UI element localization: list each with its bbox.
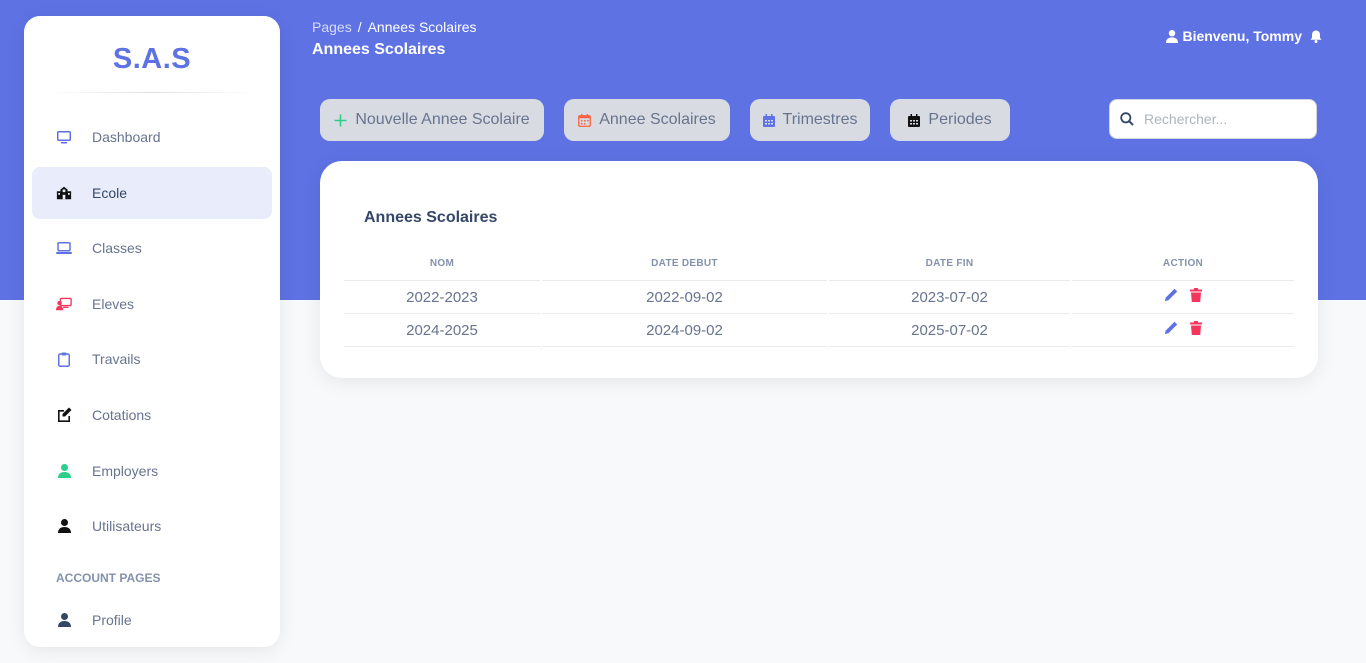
calendar-icon [908, 113, 921, 127]
sidebar-item-label: Employers [92, 462, 159, 479]
column-header-date-fin: DATE FIN [829, 247, 1070, 281]
years-table: NOM DATE DEBUT DATE FIN ACTION 2022-2023… [342, 247, 1296, 347]
trash-icon[interactable] [1190, 288, 1202, 302]
column-header-action: ACTION [1072, 247, 1294, 281]
sidebar-item-cotations[interactable]: Cotations [32, 389, 272, 441]
cell-date-debut: 2022-09-02 [542, 281, 827, 314]
sidebar-item-label: Travails [92, 351, 141, 368]
monitor-icon [56, 129, 72, 145]
cell-nom: 2022-2023 [344, 281, 540, 314]
greeting-text: Bienvenu, Tommy [1182, 28, 1302, 44]
user-menu[interactable]: Bienvenu, Tommy [1166, 28, 1322, 44]
bell-icon[interactable] [1310, 30, 1322, 43]
cell-nom: 2024-2025 [344, 314, 540, 347]
sidebar-item-label: Cotations [92, 406, 152, 423]
column-header-nom: NOM [344, 247, 540, 281]
breadcrumb-separator: / [357, 19, 362, 35]
user-icon [56, 612, 72, 628]
pencil-icon[interactable] [1164, 321, 1178, 335]
breadcrumb-current: Annees Scolaires [367, 19, 477, 35]
pencil-icon[interactable] [1164, 288, 1178, 302]
section-title: ACCOUNT PAGES [56, 570, 161, 585]
edit-icon [56, 407, 72, 423]
trash-icon[interactable] [1190, 321, 1202, 335]
cell-action [1072, 314, 1294, 347]
sidebar-item-label: Classes [92, 240, 142, 257]
card-title: Annees Scolaires [364, 209, 498, 226]
sidebar-item-profile[interactable]: Profile [32, 594, 272, 646]
sidebar-item-label: Eleves [92, 295, 135, 312]
page-title: Annees Scolaires [312, 41, 446, 58]
user-icon [56, 463, 72, 479]
sidebar-item-employers[interactable]: Employers [32, 445, 272, 497]
sidebar: S.A.S Dashboard Ecole Classes Eleves Tra… [24, 16, 280, 647]
school-icon [56, 185, 72, 201]
plus-icon [334, 114, 347, 127]
years-card: Annees Scolaires NOM DATE DEBUT DATE FIN… [320, 161, 1318, 378]
breadcrumb-root[interactable]: Pages [312, 19, 352, 35]
calendar-icon [578, 113, 592, 127]
periods-label: Periodes [928, 111, 992, 128]
teacher-icon [56, 296, 72, 312]
terms-button[interactable]: Trimestres [750, 99, 870, 141]
cell-date-debut: 2024-09-02 [542, 314, 827, 347]
sidebar-item-label: Dashboard [92, 129, 161, 145]
sidebar-item-ecole[interactable]: Ecole [32, 166, 272, 219]
brand-logo[interactable]: S.A.S [24, 16, 280, 92]
breadcrumb: Pages / Annees Scolaires [312, 19, 477, 35]
cell-date-fin: 2025-07-02 [829, 314, 1070, 347]
table-row: 2024-2025 2024-09-02 2025-07-02 [344, 314, 1294, 347]
column-header-date-debut: DATE DEBUT [542, 247, 827, 281]
sidebar-item-classes[interactable]: Classes [32, 222, 272, 274]
cell-date-fin: 2023-07-02 [829, 281, 1070, 314]
laptop-icon [56, 240, 72, 256]
clipboard-icon [56, 351, 72, 367]
user-icon [1166, 29, 1179, 43]
sidebar-item-label: Utilisateurs [92, 518, 162, 535]
periods-button[interactable]: Periodes [890, 99, 1010, 141]
sidebar-item-label: Ecole [92, 184, 128, 201]
sidebar-item-eleves[interactable]: Eleves [32, 278, 272, 330]
table-header-row: NOM DATE DEBUT DATE FIN ACTION [344, 247, 1294, 281]
table-row: 2022-2023 2022-09-02 2023-07-02 [344, 281, 1294, 314]
search-input[interactable] [1144, 111, 1304, 127]
sidebar-item-travails[interactable]: Travails [32, 333, 272, 385]
terms-label: Trimestres [782, 111, 858, 128]
calendar-icon [762, 113, 775, 127]
cell-action [1072, 281, 1294, 314]
new-year-label: Nouvelle Annee Scolaire [355, 111, 530, 128]
new-year-button[interactable]: Nouvelle Annee Scolaire [320, 99, 544, 141]
sidebar-item-label: Profile [92, 611, 132, 628]
sidebar-item-utilisateurs[interactable]: Utilisateurs [32, 500, 272, 552]
sidebar-item-dashboard[interactable]: Dashboard [32, 111, 272, 163]
sidebar-nav: Dashboard Ecole Classes Eleves Travails [24, 93, 280, 552]
search-icon [1120, 112, 1134, 126]
years-button[interactable]: Annee Scolaires [564, 99, 730, 141]
years-label: Annee Scolaires [599, 111, 716, 128]
search-box [1109, 99, 1317, 139]
user-icon [56, 518, 72, 534]
